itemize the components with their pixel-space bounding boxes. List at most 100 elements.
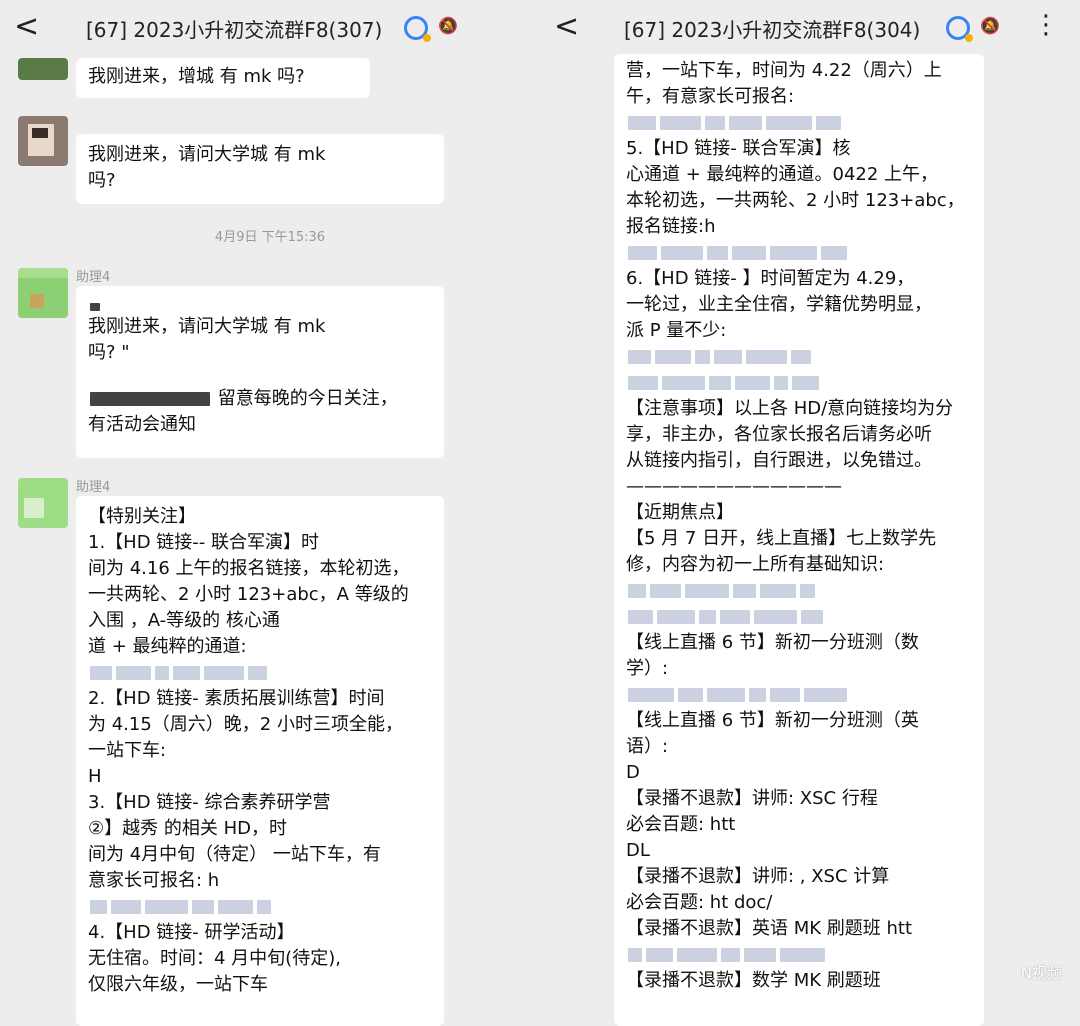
message-text: 吗? " (88, 342, 130, 363)
redacted-text (628, 246, 657, 260)
redacted-text (709, 376, 731, 390)
redacted-text (628, 350, 651, 364)
redacted-text (766, 116, 812, 130)
message-text: 【特别关注】 (88, 506, 196, 527)
sender-name: 助理4 (76, 480, 111, 495)
message-text: 我刚进来，请问大学城 有 mk (88, 316, 326, 337)
redacted-text (707, 688, 745, 702)
message-bubble[interactable]: 我刚进来，请问大学城 有 mk 吗? " 留意每晚的今日关注， 有活动会通知 (76, 286, 444, 458)
group-chat-icon (404, 16, 431, 42)
message-text: 享，非主办，各位家长报名后请务必听 (626, 424, 932, 445)
redacted-text (705, 116, 725, 130)
message-text: 一轮过，业主全住宿，学籍优势明显， (626, 294, 932, 315)
redacted-text (657, 610, 695, 624)
message-text: 一站下车: (88, 740, 167, 761)
message-bubble[interactable]: 我刚进来，增城 有 mk 吗? (76, 58, 370, 98)
message-text: 无住宿。时间：4 月中旬(待定), (88, 948, 341, 969)
back-arrow-icon[interactable]: < (554, 12, 582, 44)
redacted-text (116, 666, 151, 680)
message-text: 留意每晚的今日关注， (217, 388, 398, 409)
redacted-text (804, 688, 847, 702)
message-text: 营，一站下车，时间为 4.22（周六）上 (626, 60, 942, 81)
message-text (626, 682, 972, 708)
avatar[interactable] (18, 58, 68, 80)
message-text (626, 240, 972, 266)
redacted-text (792, 376, 819, 390)
redacted-text (248, 666, 267, 680)
message-text: 6.【HD 链接- 】时间暂定为 4.29， (626, 268, 915, 289)
message-text (626, 110, 972, 136)
redacted-text (816, 116, 841, 130)
group-chat-icon (946, 16, 973, 42)
redacted-text (628, 688, 674, 702)
message-text: 我刚进来，请问大学城 有 mk (88, 144, 326, 165)
redacted-text (145, 900, 188, 914)
message-text (626, 942, 972, 968)
message-text: 从链接内指引，自行跟进，以免错过。 (626, 450, 932, 471)
redacted-text (218, 900, 253, 914)
redacted-text (111, 900, 141, 914)
more-options-icon[interactable]: ⋮ (1033, 10, 1060, 40)
redacted-text (714, 350, 742, 364)
redacted-text (780, 948, 825, 962)
message-text: 我刚进来，增城 有 mk 吗? (88, 66, 305, 87)
redacted-text (661, 246, 703, 260)
message-text: 【近期焦点】 (626, 502, 734, 523)
message-text: 仅限六年级，一站下车 (88, 974, 268, 995)
chat-title: [67] 2023小升初交流群F8(307) (86, 18, 383, 42)
message-bubble[interactable]: 【特别关注】 1.【HD 链接-- 联合军演】时间为 4.16 上午的报名链接，本… (76, 496, 444, 1026)
message-text (88, 660, 432, 686)
redacted-text (721, 948, 740, 962)
message-text: ———————————— (626, 476, 842, 497)
message-text: 道 + 最纯粹的通道: (88, 636, 247, 657)
mute-bell-icon: 🔕 (438, 16, 458, 35)
message-text: 【5 月 7 日开，线上直播】七上数学先 (626, 528, 937, 549)
redacted-text (173, 666, 200, 680)
message-text: 本轮初选，一共两轮、2 小时 123+abc， (626, 190, 965, 211)
redacted-text (800, 584, 815, 598)
redacted-text (677, 948, 717, 962)
message-text: 【线上直播 6 节】新初一分班测（数 (626, 632, 919, 653)
message-text (88, 894, 432, 920)
redacted-text (662, 376, 705, 390)
chat-title: [67] 2023小升初交流群F8(304) (624, 18, 921, 42)
message-bubble[interactable]: 我刚进来，请问大学城 有 mk 吗? (76, 134, 444, 204)
redacted-text (821, 246, 847, 260)
redacted-text (770, 688, 800, 702)
redacted-text (791, 350, 811, 364)
avatar[interactable] (18, 268, 68, 318)
message-text: 2.【HD 链接- 素质拓展训练营】时间 (88, 688, 385, 709)
message-text: 吗? (88, 170, 116, 191)
redacted-text (685, 584, 729, 598)
redacted-text (746, 350, 787, 364)
message-text: 学）: (626, 658, 669, 679)
redacted-text (760, 584, 796, 598)
message-text: 【录播不退款】英语 MK 刷题班 htt (626, 918, 913, 939)
redacted-text (628, 610, 653, 624)
redacted-text (650, 584, 681, 598)
redacted-text (628, 116, 656, 130)
redacted-text (707, 246, 728, 260)
message-bubble[interactable]: 营，一站下车，时间为 4.22（周六）上 午，有意家长可报名: 5.【HD 链接- … (614, 54, 984, 1026)
sender-name: 助理4 (76, 270, 111, 285)
redacted-text (655, 350, 691, 364)
message-text: DL (626, 840, 650, 861)
redacted-text (204, 666, 244, 680)
redacted-text (646, 948, 673, 962)
message-text: 派 P 量不少: (626, 320, 727, 341)
message-text: 间为 4.16 上午的报名链接，本轮初选， (88, 558, 410, 579)
watermark: N视频 (1020, 964, 1062, 982)
message-text: 入围 ，A-等级的 核心通 (88, 610, 280, 631)
redacted-text (733, 584, 756, 598)
message-text: 1.【HD 链接-- 联合军演】时 (88, 532, 320, 553)
message-text: 必会百题: ht doc/ (626, 892, 773, 913)
message-text: 一共两轮、2 小时 123+abc，A 等级的 (88, 584, 409, 605)
redacted-text (660, 116, 701, 130)
redacted-text (628, 376, 658, 390)
back-arrow-icon[interactable]: < (14, 12, 42, 44)
right-chat-panel: < [67] 2023小升初交流群F8(304) 🔕 ⋮ 营，一站下车，时间为 … (540, 0, 1080, 1026)
mute-bell-icon: 🔕 (980, 16, 1000, 35)
avatar[interactable] (18, 116, 68, 166)
message-text: 【录播不退款】讲师: XSC 行程 (626, 788, 878, 809)
avatar[interactable] (18, 478, 68, 528)
